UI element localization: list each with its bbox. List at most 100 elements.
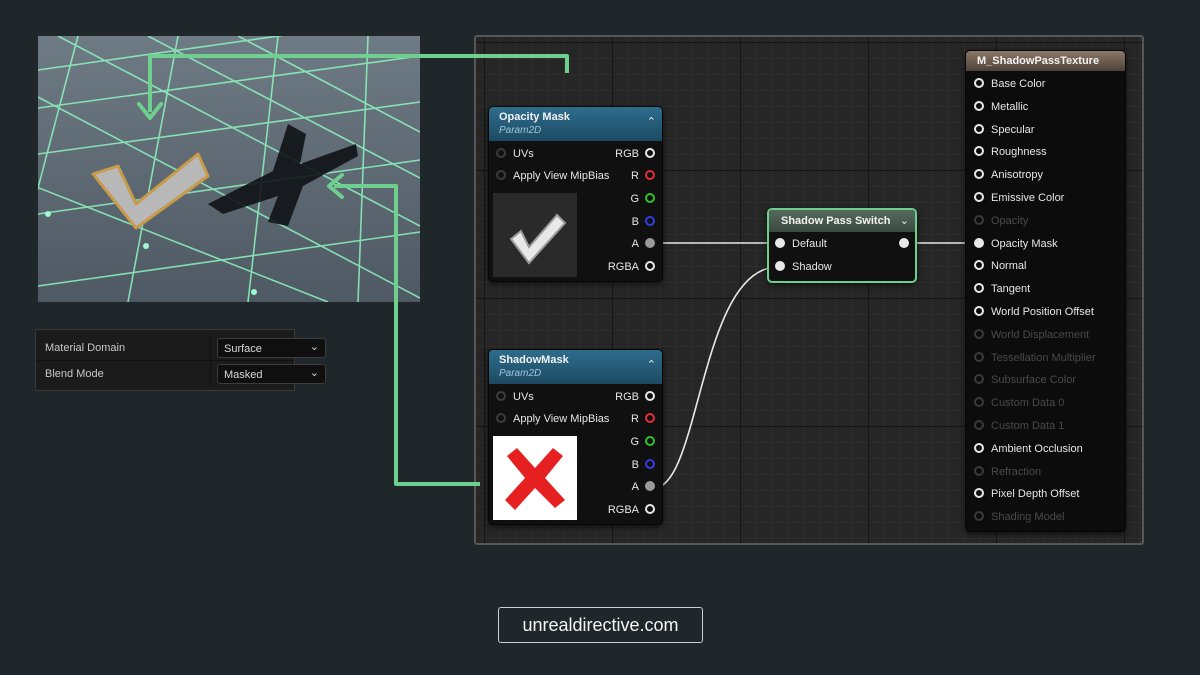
pin-icon <box>974 100 984 111</box>
pin-icon <box>645 413 655 423</box>
node-title: M_ShadowPassTexture <box>977 55 1100 67</box>
details-panel: Material Domain Surface ⌄ Blend Mode Mas… <box>35 329 326 391</box>
x-texture-thumbnail <box>493 436 577 520</box>
rgb-output-pin[interactable]: RGB <box>615 148 655 160</box>
node-title: Shadow Pass Switch <box>781 215 891 227</box>
node-header[interactable]: Shadow Pass Switch ⌄ <box>769 210 915 232</box>
x-mark-icon <box>505 448 565 510</box>
pin-icon <box>974 237 984 248</box>
b-output-pin[interactable]: B <box>632 459 655 471</box>
pin-icon <box>645 436 655 446</box>
node-subtitle: Param2D <box>499 368 542 379</box>
shadow-pass-switch-node[interactable]: Shadow Pass Switch ⌄ Default Shadow <box>767 208 917 283</box>
node-header[interactable]: Opacity Mask Param2D ⌃ <box>489 107 662 141</box>
result-pin-roughness[interactable]: Roughness <box>974 146 1047 158</box>
mipbias-input-pin[interactable]: Apply View MipBias <box>496 170 609 182</box>
result-pin-emissive-color[interactable]: Emissive Color <box>974 192 1064 204</box>
rgba-output-pin[interactable]: RGBA <box>608 504 655 516</box>
result-pin-pixel-depth-offset[interactable]: Pixel Depth Offset <box>974 488 1079 500</box>
result-pin-world-position-offset[interactable]: World Position Offset <box>974 306 1094 318</box>
pin-icon <box>899 238 909 248</box>
result-pin-custom-data-0: Custom Data 0 <box>974 397 1064 409</box>
g-output-pin[interactable]: G <box>630 436 655 448</box>
chevron-up-icon[interactable]: ⌃ <box>647 115 656 128</box>
result-pin-specular[interactable]: Specular <box>974 123 1034 136</box>
result-pin-shading-model: Shading Model <box>974 511 1064 523</box>
result-pin-refraction: Refraction <box>974 465 1041 478</box>
result-pin-tessellation-multiplier: Tessellation Multiplier <box>974 351 1096 364</box>
viewport-scene <box>38 36 420 302</box>
pin-icon <box>496 148 506 158</box>
result-pin-anisotropy[interactable]: Anisotropy <box>974 169 1043 181</box>
default-input-pin[interactable]: Default <box>775 238 827 250</box>
chevron-up-icon[interactable]: ⌃ <box>647 358 656 371</box>
pin-icon <box>974 78 984 88</box>
result-pin-tangent[interactable]: Tangent <box>974 283 1030 295</box>
blend-mode-label: Blend Mode <box>45 368 104 380</box>
material-result-node[interactable]: M_ShadowPassTexture Base Color Metallic Sp… <box>965 50 1126 532</box>
row-divider <box>210 361 211 387</box>
pin-icon <box>974 123 984 134</box>
chevron-down-icon[interactable]: ⌄ <box>900 214 909 227</box>
mipbias-input-pin[interactable]: Apply View MipBias <box>496 413 609 425</box>
row-divider <box>210 335 211 361</box>
pin-icon <box>974 397 984 408</box>
shadow-input-pin[interactable]: Shadow <box>775 261 832 273</box>
result-pin-metallic[interactable]: Metallic <box>974 100 1028 113</box>
blend-mode-row: Blend Mode Masked ⌄ <box>36 361 326 387</box>
blend-mode-select[interactable]: Masked ⌄ <box>217 364 326 384</box>
pin-icon <box>974 306 984 316</box>
node-title: Opacity Mask <box>499 111 570 123</box>
node-subtitle: Param2D <box>499 125 542 136</box>
pin-icon <box>974 260 984 271</box>
r-output-pin[interactable]: R <box>631 170 655 182</box>
switch-output-pin[interactable] <box>893 238 909 250</box>
pin-icon <box>645 170 655 180</box>
pin-icon <box>974 351 984 362</box>
node-header[interactable]: ShadowMask Param2D ⌃ <box>489 350 662 384</box>
chevron-down-icon: ⌄ <box>309 341 319 353</box>
node-header[interactable]: M_ShadowPassTexture <box>966 51 1125 71</box>
opacity-mask-node[interactable]: Opacity Mask Param2D ⌃ UVs Apply View Mi… <box>488 106 663 282</box>
result-pin-base-color[interactable]: Base Color <box>974 78 1045 90</box>
pin-icon <box>775 261 785 271</box>
result-pin-subsurface-color: Subsurface Color <box>974 374 1076 386</box>
a-output-pin[interactable]: A <box>632 481 655 493</box>
a-output-pin[interactable]: A <box>632 238 655 250</box>
pin-icon <box>645 148 655 158</box>
viewport-preview <box>38 36 420 302</box>
rgb-output-pin[interactable]: RGB <box>615 391 655 403</box>
pin-icon <box>775 238 785 248</box>
shadow-mask-node[interactable]: ShadowMask Param2D ⌃ UVs Apply View MipB… <box>488 349 663 525</box>
pin-icon <box>974 420 984 430</box>
pin-icon <box>974 214 984 225</box>
pin-icon <box>974 192 984 202</box>
pin-icon <box>496 413 506 423</box>
blend-mode-value: Masked <box>224 369 263 381</box>
material-domain-select[interactable]: Surface ⌄ <box>217 338 326 358</box>
rgba-output-pin[interactable]: RGBA <box>608 261 655 273</box>
pin-icon <box>974 146 984 157</box>
result-pin-opacity-mask[interactable]: Opacity Mask <box>974 237 1058 250</box>
checkmark-icon <box>509 213 567 265</box>
g-output-pin[interactable]: G <box>630 193 655 205</box>
r-output-pin[interactable]: R <box>631 413 655 425</box>
uvs-input-pin[interactable]: UVs <box>496 391 534 403</box>
pin-icon <box>645 504 655 514</box>
pin-icon <box>645 216 655 226</box>
pin-icon <box>974 442 984 453</box>
website-link[interactable]: unrealdirective.com <box>498 607 703 643</box>
pin-icon <box>974 488 984 499</box>
result-pin-world-displacement: World Displacement <box>974 328 1089 341</box>
result-pin-ambient-occlusion[interactable]: Ambient Occlusion <box>974 442 1083 455</box>
material-domain-label: Material Domain <box>45 342 126 354</box>
node-title: ShadowMask <box>499 354 569 366</box>
result-pin-custom-data-1: Custom Data 1 <box>974 420 1064 432</box>
pin-icon <box>496 170 506 180</box>
result-pin-normal[interactable]: Normal <box>974 260 1026 272</box>
pin-icon <box>974 169 984 180</box>
uvs-input-pin[interactable]: UVs <box>496 148 534 160</box>
b-output-pin[interactable]: B <box>632 216 655 228</box>
material-domain-value: Surface <box>224 343 262 355</box>
pin-icon <box>645 459 655 469</box>
